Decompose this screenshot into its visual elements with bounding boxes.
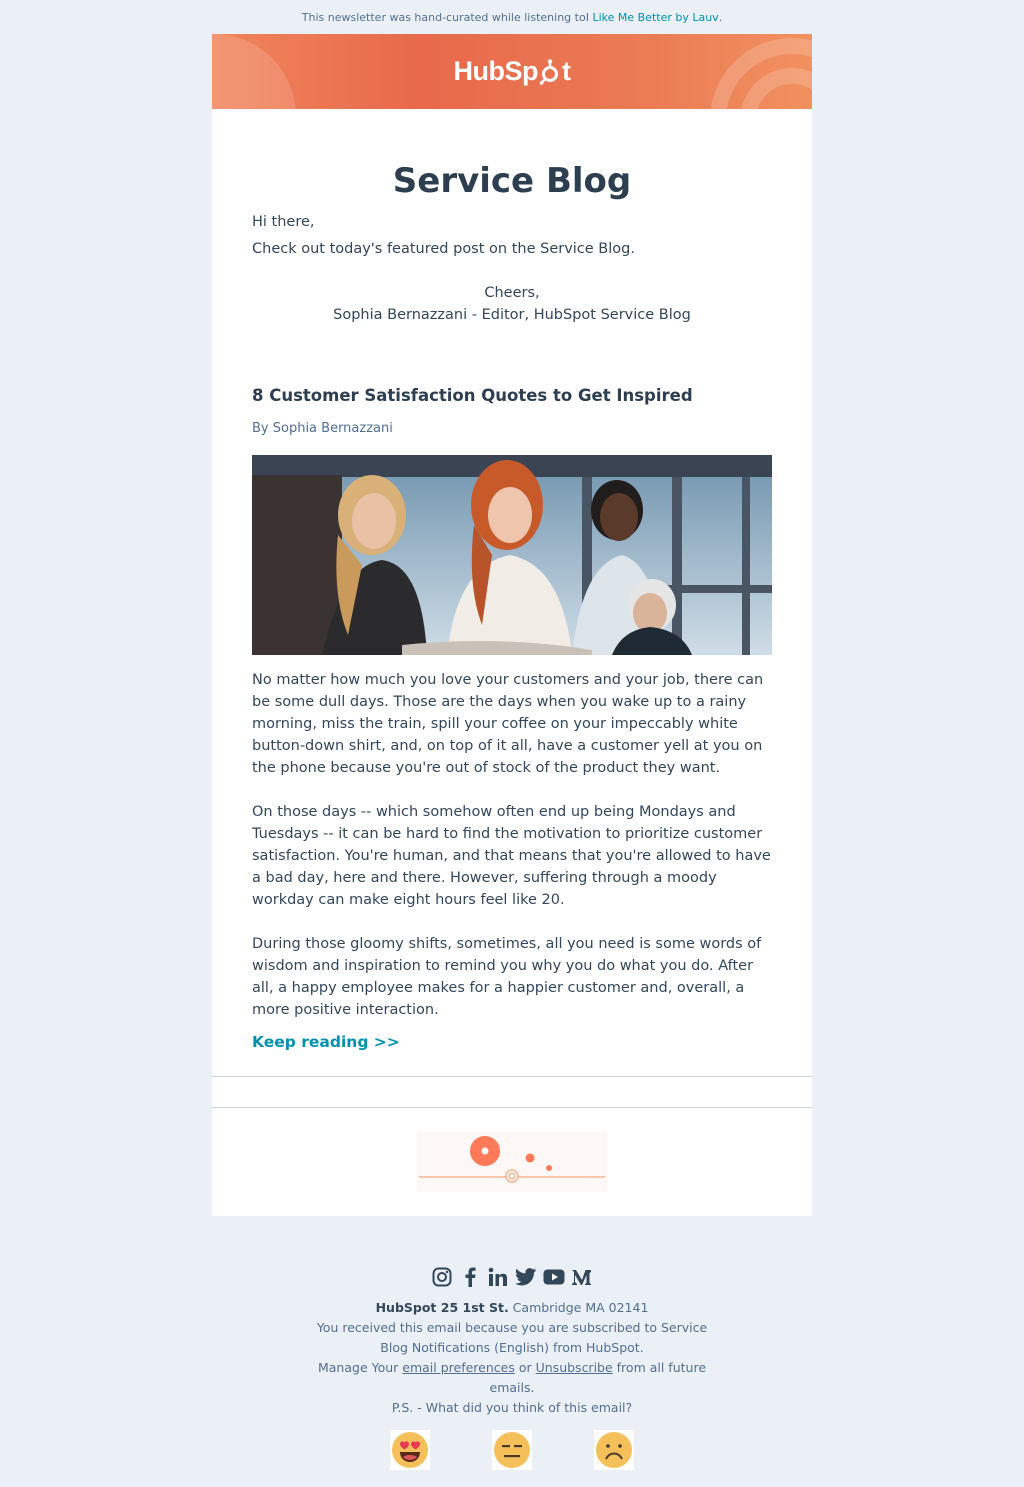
subscription-reason: You received this email because you are … (316, 1320, 708, 1355)
twitter-icon[interactable] (515, 1266, 537, 1288)
sprocket-illustration (417, 1132, 607, 1192)
preheader: This newsletter was hand-curated while l… (0, 0, 1024, 34)
footer: HubSpot 25 1st St. Cambridge MA 02141 Yo… (0, 1216, 1024, 1470)
signature: Sophia Bernazzani - Editor, HubSpot Serv… (333, 307, 691, 323)
sprocket-icon (539, 58, 558, 85)
header-banner: HubSp t (212, 34, 812, 109)
logo-text-start: HubSp (453, 56, 539, 86)
post-paragraph: No matter how much you love your custome… (252, 672, 764, 776)
post-title[interactable]: 8 Customer Satisfaction Quotes to Get In… (252, 384, 772, 408)
hubspot-logo[interactable]: HubSp t (454, 56, 571, 87)
manage-prefix: Manage Your (317, 1360, 403, 1375)
song-link[interactable]: I Like Me Better by Lauv (586, 11, 719, 24)
post-paragraph: During those gloomy shifts, sometimes, a… (252, 936, 762, 1018)
company-address: HubSpot 25 1st St. Cambridge MA 02141 (312, 1298, 712, 1318)
keep-reading-link[interactable]: Keep reading >> (252, 1033, 400, 1051)
feedback-prompt: P.S. - What did you think of this email? (391, 1400, 633, 1415)
preheader-text: This newsletter was hand-curated while l… (301, 10, 586, 24)
company-city: Cambridge MA 02141 (508, 1300, 649, 1315)
social-links (0, 1266, 1024, 1288)
post-byline: By Sophia Bernazzani (252, 421, 393, 436)
feedback-options (0, 1430, 1024, 1470)
or-text: or (514, 1360, 536, 1375)
medium-icon[interactable] (571, 1266, 593, 1288)
team-photo (252, 455, 772, 655)
page-title: Service Blog (392, 161, 632, 201)
frowning-face-emoji[interactable] (594, 1430, 634, 1470)
neutral-face-emoji[interactable] (492, 1430, 532, 1470)
unsubscribe-link[interactable]: Unsubscribe (536, 1360, 613, 1375)
email-preferences-link[interactable]: email preferences (402, 1360, 515, 1375)
post-hero-image[interactable] (252, 455, 772, 655)
signoff-block: Cheers, Sophia Bernazzani - Editor, HubS… (252, 282, 772, 326)
logo-text-end: t (562, 56, 571, 86)
email-card: HubSp t Service Blog Hi there, Check out… (212, 34, 812, 1216)
main-content: Service Blog Hi there, Check out today's… (212, 109, 812, 1051)
heart-eyes-emoji[interactable] (390, 1430, 430, 1470)
footer-text: HubSpot 25 1st St. Cambridge MA 02141 Yo… (312, 1298, 712, 1418)
preheader-suffix: . (718, 10, 723, 24)
post-paragraph: On those days -- which somehow often end… (252, 804, 771, 908)
instagram-icon[interactable] (431, 1266, 453, 1288)
company-name: HubSpot 25 1st St. (375, 1300, 509, 1315)
footer-illustration (212, 1108, 812, 1216)
signoff: Cheers, (484, 285, 540, 301)
manage-preferences: Manage Your email preferences or Unsubsc… (312, 1358, 712, 1398)
youtube-icon[interactable] (543, 1266, 565, 1288)
banner-decoration-circle (212, 34, 296, 109)
intro-text: Check out today's featured post on the S… (252, 241, 635, 257)
facebook-icon[interactable] (459, 1266, 481, 1288)
divider (212, 1076, 812, 1077)
linkedin-icon[interactable] (487, 1266, 509, 1288)
greeting: Hi there, (252, 214, 315, 230)
